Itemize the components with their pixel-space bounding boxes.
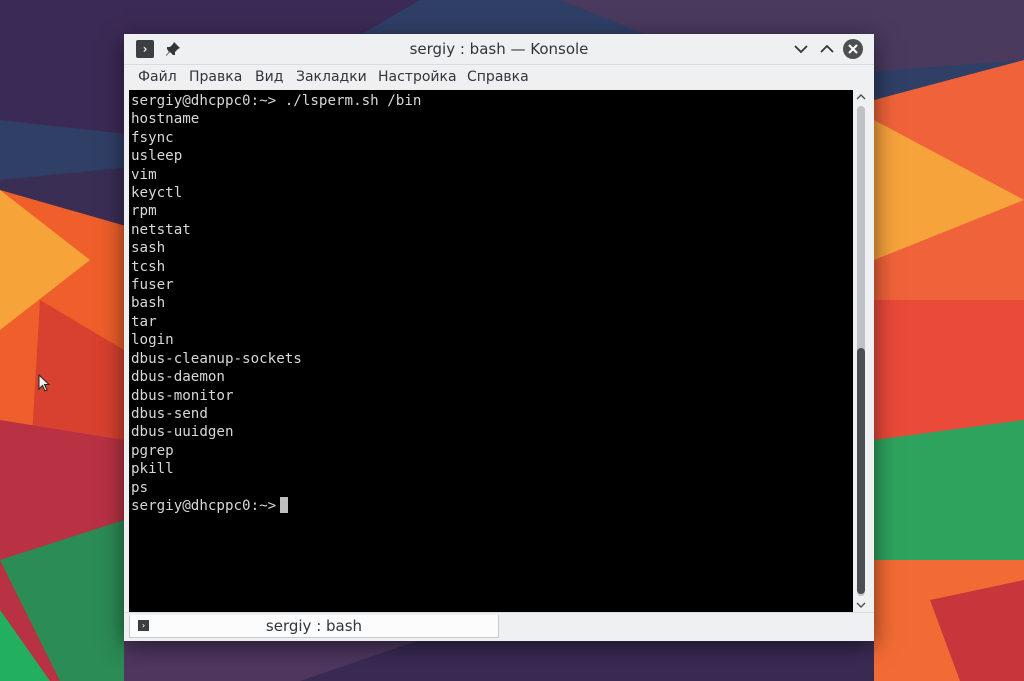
terminal-line: hostname [131,111,200,128]
pin-icon[interactable] [164,40,182,58]
maximize-chevron-up-icon[interactable] [817,39,837,59]
scroll-up-arrow-icon[interactable] [855,92,867,102]
menu-file[interactable]: Файл [138,69,177,85]
scrollbar-thumb[interactable] [857,348,865,594]
terminal-line: pgrep [131,442,174,459]
terminal-line: tar [131,313,157,330]
terminal-output: sergiy@dhcppc0:~> ./lsperm.sh /bin hostn… [131,92,421,515]
terminal-line: ps [131,479,149,496]
menu-view[interactable]: Вид [255,69,283,85]
terminal-area[interactable]: sergiy@dhcppc0:~> ./lsperm.sh /bin hostn… [129,90,853,612]
terminal-line: dbus-monitor [131,387,234,404]
menu-help[interactable]: Справка [467,69,529,85]
scroll-down-arrow-icon[interactable] [855,600,867,610]
close-x-icon[interactable] [843,39,863,59]
tab-bar: sergiy : bash › [124,612,874,641]
terminal-line: usleep [131,148,183,165]
terminal-line: dbus-uuidgen [131,424,234,441]
menu-bar: Файл Правка Вид Закладки Настройка Справ… [124,65,874,90]
tab-session[interactable]: sergiy : bash › [129,615,499,638]
terminal-line: bash [131,295,166,312]
terminal-line: dbus-daemon [131,369,225,386]
terminal-scrollbar[interactable] [853,90,869,612]
text-cursor [280,496,289,513]
menu-edit[interactable]: Правка [189,69,242,85]
terminal-line: pkill [131,461,174,478]
mouse-pointer-icon [38,374,50,392]
konsole-window: sergiy : bash — Konsole › Файл Правка Ви… [124,34,874,641]
konsole-app-icon[interactable]: › [136,40,154,58]
terminal-tab-icon: › [138,620,149,631]
terminal-line: fuser [131,277,174,294]
terminal-line: login [131,332,174,349]
tab-label: sergiy : bash [265,617,363,635]
title-bar[interactable]: sergiy : bash — Konsole › [124,34,874,65]
terminal-line: rpm [131,203,157,220]
terminal-line: tcsh [131,258,166,275]
menu-settings[interactable]: Настройка [378,69,457,85]
terminal-line: netstat [131,221,191,238]
window-title: sergiy : bash — Konsole [409,40,589,58]
terminal-line: keyctl [131,185,183,202]
terminal-line: dbus-cleanup-sockets [131,350,302,367]
terminal-line: dbus-send [131,405,208,422]
terminal-line: vim [131,166,157,183]
terminal-line: fsync [131,129,174,146]
terminal-line: sash [131,240,166,257]
terminal-prompt: sergiy@dhcppc0:~> [131,497,277,514]
terminal-line: sergiy@dhcppc0:~> ./lsperm.sh /bin [131,93,422,109]
minimize-chevron-down-icon[interactable] [791,39,811,59]
menu-bookmarks[interactable]: Закладки [296,69,367,85]
